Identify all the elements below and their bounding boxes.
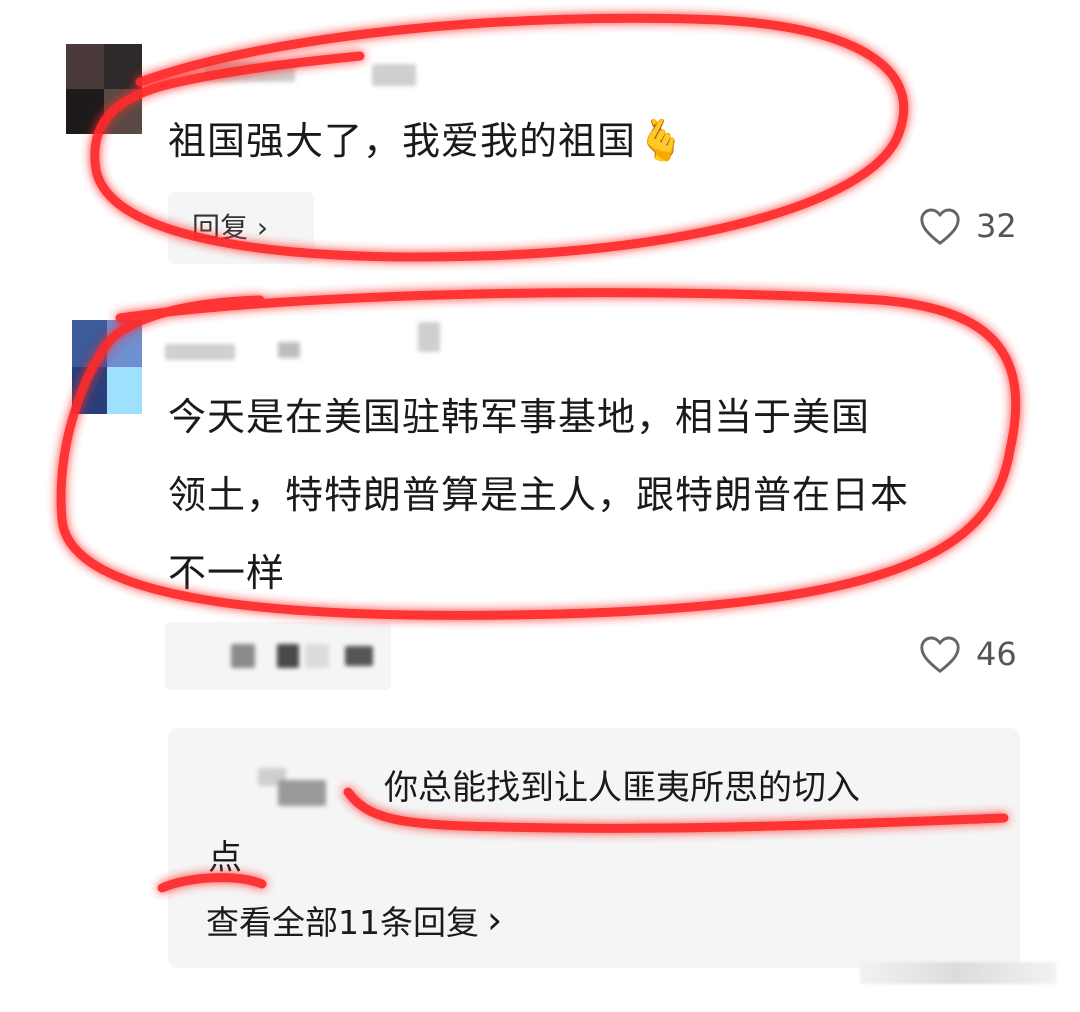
avatar[interactable]	[66, 44, 142, 134]
username-redacted	[278, 342, 300, 358]
username-redacted	[372, 64, 416, 86]
finger-heart-emoji: 🫰	[636, 118, 687, 164]
watermark	[860, 962, 1056, 984]
comment-text: 今天是在美国驻韩军事基地，相当于美国 领土，特特朗普算是主人，跟特朗普在日本 不…	[168, 378, 909, 612]
comment-line: 领土，特特朗普算是主人，跟特朗普在日本	[168, 473, 910, 517]
heart-outline-icon	[918, 206, 962, 246]
reply-button-redacted[interactable]	[165, 622, 391, 690]
comment-line: 今天是在美国驻韩军事基地，相当于美国	[168, 395, 871, 439]
reply-text-continuation: 点	[208, 838, 242, 878]
like-button[interactable]: 32	[918, 206, 1017, 246]
view-all-replies-link[interactable]: 查看全部11条回复 ›	[206, 896, 502, 944]
reply-username-redacted	[278, 780, 326, 806]
username-redacted[interactable]	[205, 62, 295, 82]
comment-line: 不一样	[168, 551, 286, 595]
heart-outline-icon	[918, 634, 962, 674]
like-count: 32	[976, 207, 1017, 245]
username-redacted	[418, 322, 440, 352]
reply-text: 你总能找到让人匪夷所思的切入	[384, 768, 860, 808]
like-button[interactable]: 46	[918, 634, 1017, 674]
like-count: 46	[976, 635, 1017, 673]
reply-preview-box[interactable]: 你总能找到让人匪夷所思的切入 点 查看全部11条回复 ›	[168, 728, 1020, 968]
chevron-right-icon: ›	[487, 898, 503, 942]
reply-button[interactable]: 回复 ›	[168, 192, 314, 264]
comment-text: 祖国强大了，我爱我的祖国🫰	[168, 118, 687, 164]
avatar[interactable]	[72, 320, 142, 414]
username-redacted[interactable]	[165, 344, 235, 360]
